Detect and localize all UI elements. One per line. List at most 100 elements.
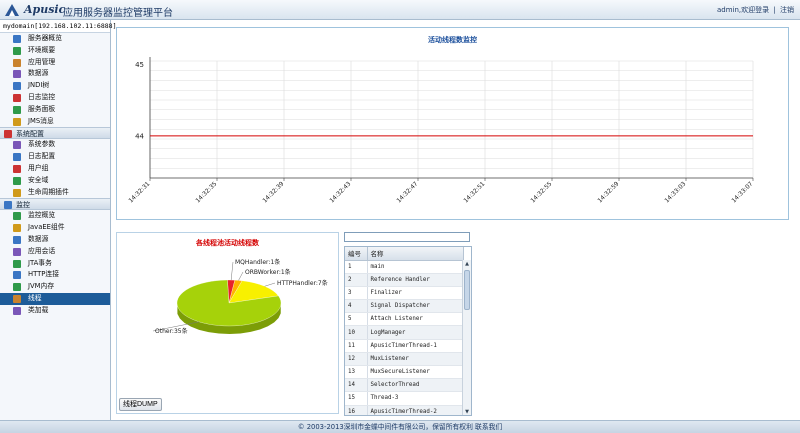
table-row[interactable]: 14 SelectorThread (345, 378, 463, 393)
pie-slice-label: HTTPHandler:7条 (277, 279, 328, 287)
logout-link[interactable]: 注销 (780, 6, 794, 14)
table-row[interactable]: 15 Thread-3 (345, 391, 463, 406)
thread-id-cell: 13 (345, 365, 368, 380)
table-row[interactable]: 12 MuxListener (345, 352, 463, 367)
nav-item-icon (13, 259, 21, 268)
x-tick-label: 14:32:51 (462, 180, 486, 204)
domain-label[interactable]: mydomain[192.168.102.11:6888] (0, 20, 117, 33)
nav-item-label: 日志配置 (28, 152, 56, 161)
table-row[interactable]: 5 Attach Listener (345, 312, 463, 327)
nav-group-icon (4, 201, 12, 210)
scroll-down-icon[interactable]: ▼ (464, 408, 470, 415)
sidebar-item-0-7[interactable]: JMS消息 (0, 116, 110, 128)
nav-tree: 服务器概览 环境概要 应用管理 数据源 JNDI树 日志监控 服务面板 JMS消息 系统配置 系统… (0, 33, 110, 317)
nav-item-label: 类加载 (28, 305, 49, 314)
thread-dump-button[interactable]: 线程DUMP (119, 398, 162, 411)
thread-id-cell: 16 (345, 405, 368, 415)
thread-table: 编号 名称 1 main 2 Reference Handler 3 Finalizer 4… (344, 246, 472, 416)
sidebar-item-0-5[interactable]: 日志监控 (0, 92, 110, 104)
sidebar-item-1-1[interactable]: 日志配置 (0, 151, 110, 163)
nav-item-icon (13, 294, 21, 303)
sidebar-item-2-7[interactable]: 线程 (0, 292, 110, 305)
sidebar: mydomain[192.168.102.11:6888] 服务器概览 环境概要应… (0, 20, 117, 420)
nav-item-icon (13, 46, 21, 55)
thread-id-cell: 11 (345, 339, 368, 353)
table-header-row: 编号 名称 (345, 247, 464, 261)
table-row[interactable]: 1 main (345, 260, 463, 274)
sidebar-item-1-4[interactable]: 生命周期插件 (0, 187, 110, 199)
nav-item-icon (13, 235, 21, 244)
table-row[interactable]: 3 Finalizer (345, 286, 463, 301)
thread-name-cell: ApusicTimerThread-1 (367, 339, 463, 353)
column-header-name[interactable]: 名称 (367, 247, 464, 261)
table-scrollbar[interactable]: ▲ ▼ (462, 260, 471, 415)
sidebar-item-1-2[interactable]: 用户组 (0, 163, 110, 175)
x-tick-label: 14:32:55 (529, 180, 553, 204)
sidebar-item-1-0[interactable]: 系统参数 (0, 139, 110, 151)
sidebar-item-0-4[interactable]: JNDI树 (0, 80, 110, 92)
nav-item-label: 监控概览 (28, 211, 56, 220)
x-tick-label: 14:32:35 (194, 180, 218, 204)
nav-item-label: 日志监控 (28, 92, 56, 101)
sidebar-item-0-2[interactable]: 应用管理 (0, 57, 110, 69)
nav-item-icon (13, 70, 21, 79)
nav-group-2[interactable]: 监控 (0, 198, 110, 211)
nav-item-label: 系统参数 (28, 140, 56, 149)
nav-item-label: 安全域 (28, 175, 49, 184)
nav-item-label: 应用会话 (28, 246, 56, 255)
nav-item-label: JMS消息 (28, 116, 54, 125)
thread-name-cell: MuxSecureListener (367, 365, 463, 380)
pie-leader-line (238, 271, 244, 281)
sidebar-item-2-3[interactable]: 应用会话 (0, 246, 110, 258)
welcome-text: admin,欢迎登录 (717, 6, 770, 14)
app-title: 应用服务器监控管理平台 (63, 8, 173, 19)
nav-item-icon (13, 164, 21, 173)
thread-id-cell: 15 (345, 391, 368, 406)
sidebar-item-2-2[interactable]: 数据源 (0, 234, 110, 246)
sidebar-item-1-3[interactable]: 安全域 (0, 175, 110, 187)
table-row[interactable]: 13 MuxSecureListener (345, 365, 463, 380)
pie-slice-label: ORBWorker:1条 (245, 268, 291, 276)
thread-id-cell: 12 (345, 352, 368, 367)
nav-item-label: JVM内存 (28, 282, 55, 291)
sidebar-item-2-5[interactable]: HTTP连接 (0, 269, 110, 281)
sidebar-item-2-1[interactable]: JavaEE组件 (0, 222, 110, 234)
nav-item-label: JNDI树 (28, 81, 50, 90)
sidebar-item-2-8[interactable]: 类加载 (0, 305, 110, 317)
scrollbar-thumb[interactable] (464, 270, 470, 310)
thread-id-cell: 1 (345, 260, 368, 274)
apusic-logo-icon (5, 4, 19, 16)
x-tick-label: 14:32:39 (261, 180, 285, 204)
table-row[interactable]: 4 Signal Dispatcher (345, 299, 463, 314)
footer: © 2003-2013深圳市金蝶中间件有限公司，保留所有权利 联系我们 (0, 420, 800, 433)
active-threads-panel: 活动线程数监控 44 45 14:32:31 14:32:35 14:32:39 14:3… (116, 27, 789, 220)
nav-item-icon (13, 141, 21, 150)
sidebar-item-0-3[interactable]: 数据源 (0, 68, 110, 80)
nav-item-icon (13, 153, 21, 162)
nav-item-label: 数据源 (28, 69, 49, 78)
thread-name-cell: LogManager (367, 325, 463, 340)
user-area: admin,欢迎登录 | 注销 (715, 5, 794, 15)
table-row[interactable]: 11 ApusicTimerThread-1 (345, 339, 463, 353)
sidebar-item-2-0[interactable]: 监控概览 (0, 210, 110, 222)
sidebar-item-2-4[interactable]: JTA事务 (0, 258, 110, 270)
thread-name-cell: Attach Listener (367, 312, 463, 327)
nav-item-label: 数据源 (28, 234, 49, 243)
sidebar-item-0-1[interactable]: 环境概要 (0, 45, 110, 57)
thread-pool-pie-chart: MQHandler:1条 ORBWorker:1条 HTTPHandler:7条 Ot… (152, 258, 328, 335)
nav-item-label: 服务面板 (28, 104, 56, 113)
table-row[interactable]: 16 ApusicTimerThread-2 (345, 405, 463, 415)
column-header-id[interactable]: 编号 (345, 247, 368, 261)
thread-name-cell: MuxListener (367, 352, 463, 367)
table-row[interactable]: 10 LogManager (345, 325, 463, 340)
table-row[interactable]: 2 Reference Handler (345, 273, 463, 287)
sidebar-item-0-6[interactable]: 服务面板 (0, 104, 110, 116)
nav-item-label: JavaEE组件 (28, 223, 65, 232)
nav-group-1[interactable]: 系统配置 (0, 127, 110, 140)
sidebar-item-2-6[interactable]: JVM内存 (0, 281, 110, 293)
nav-item-icon (13, 105, 21, 114)
thread-name-cell: Thread-3 (367, 391, 463, 406)
thread-filter-input[interactable] (344, 232, 470, 242)
scroll-up-icon[interactable]: ▲ (464, 260, 470, 268)
sidebar-item-0-0[interactable]: 服务器概览 (0, 33, 110, 45)
